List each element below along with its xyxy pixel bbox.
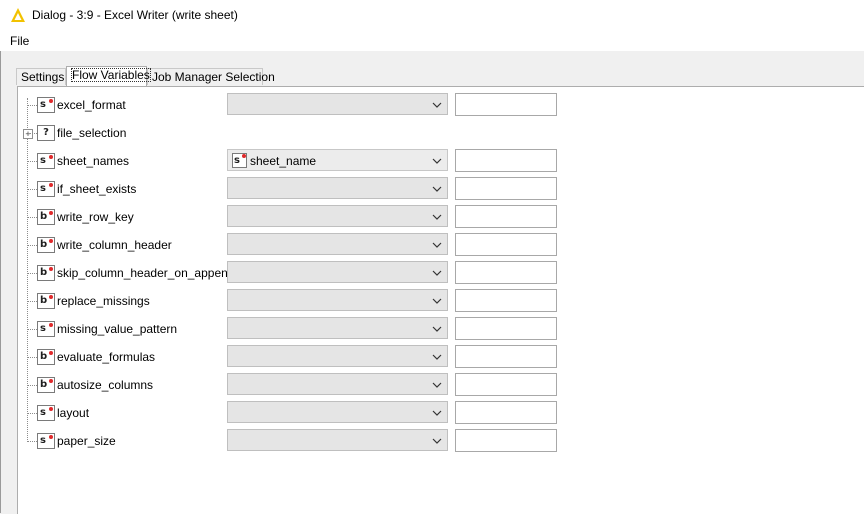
chevron-down-icon [432,382,442,388]
variable-select[interactable] [227,401,448,423]
menu-bar: File [0,31,864,51]
variable-select[interactable] [227,205,448,227]
flow-variable-row-replace-missings: b replace_missings [0,288,864,316]
variable-select[interactable] [227,289,448,311]
variable-select[interactable] [227,429,448,451]
new-variable-name-field[interactable] [455,93,557,116]
knime-triangle-icon [11,8,25,22]
flow-variable-label: write_column_header [57,238,172,252]
tree-branch [28,245,37,246]
variable-select[interactable] [227,93,448,115]
tab-flow-variables[interactable]: Flow Variables [66,66,151,86]
flow-variable-label: if_sheet_exists [57,182,137,196]
new-variable-name-field[interactable] [455,177,557,200]
boolean-variable-icon: b [37,237,55,253]
tree-branch [28,217,37,218]
tree-branch [28,189,37,190]
flow-variable-row-autosize-columns: b autosize_columns [0,372,864,400]
tree-branch [28,385,37,386]
tree-branch [28,161,37,162]
chevron-down-icon [432,354,442,360]
flow-variable-row-skip-column-header-on-append: b skip_column_header_on_append [0,260,864,288]
flow-variable-label: file_selection [57,126,127,140]
title-bar: Dialog - 3:9 - Excel Writer (write sheet… [0,0,864,31]
tab-settings[interactable]: Settings [16,68,66,85]
boolean-variable-icon: b [37,265,55,281]
chevron-down-icon [432,102,442,108]
new-variable-name-field[interactable] [455,317,557,340]
window-title: Dialog - 3:9 - Excel Writer (write sheet… [32,8,238,22]
chevron-down-icon [432,242,442,248]
string-variable-icon: s [37,97,55,113]
variable-select[interactable]: s sheet_name [227,149,448,171]
new-variable-name-field[interactable] [455,149,557,172]
new-variable-name-field[interactable] [455,429,557,452]
chevron-down-icon [432,438,442,444]
tree-branch [28,441,37,442]
flow-variable-label: evaluate_formulas [57,350,156,364]
string-variable-icon: s [37,405,55,421]
new-variable-name-field[interactable] [455,261,557,284]
variable-select[interactable] [227,345,448,367]
flow-variable-label: replace_missings [57,294,150,308]
chevron-down-icon [432,270,442,276]
new-variable-name-field[interactable] [455,233,557,256]
variable-select[interactable] [227,261,448,283]
new-variable-name-field[interactable] [455,401,557,424]
variable-select[interactable] [227,373,448,395]
string-array-variable-icon: s [37,153,55,169]
boolean-variable-icon: b [37,349,55,365]
tree-branch [28,273,37,274]
string-variable-icon: s [37,321,55,337]
flow-variable-row-paper-size: s paper_size [0,428,864,456]
flow-variable-row-if-sheet-exists: s if_sheet_exists [0,176,864,204]
variable-select[interactable] [227,233,448,255]
flow-variable-row-sheet-names: s sheet_names s sheet_name [0,148,864,176]
new-variable-name-field[interactable] [455,373,557,396]
variable-select[interactable] [227,317,448,339]
tree-branch [28,413,37,414]
flow-variable-row-layout: s layout [0,400,864,428]
string-variable-icon: s [232,153,247,168]
boolean-variable-icon: b [37,377,55,393]
tree-branch [28,357,37,358]
flow-variable-row-missing-value-pattern: s missing_value_pattern [0,316,864,344]
tab-job-manager-selection[interactable]: Job Manager Selection [147,68,275,85]
flow-variable-label: paper_size [57,434,116,448]
chevron-down-icon [432,410,442,416]
boolean-variable-icon: b [37,293,55,309]
flow-variable-label: sheet_names [57,154,130,168]
string-variable-icon: s [37,181,55,197]
flow-variable-label: excel_format [57,98,126,112]
flow-variable-label: layout [57,406,90,420]
new-variable-name-field[interactable] [455,289,557,312]
flow-variable-row-evaluate-formulas: b evaluate_formulas [0,344,864,372]
new-variable-name-field[interactable] [455,205,557,228]
boolean-variable-icon: b [37,209,55,225]
new-variable-name-field[interactable] [455,345,557,368]
unknown-variable-icon: ? [37,125,55,141]
chevron-down-icon [432,186,442,192]
flow-variable-row-file-selection: +? file_selection [0,120,864,148]
selected-variable: sheet_name [250,154,317,168]
chevron-down-icon [432,214,442,220]
flow-variable-row-write-row-key: b write_row_key [0,204,864,232]
chevron-down-icon [432,298,442,304]
flow-variable-label: autosize_columns [57,378,154,392]
variable-select[interactable] [227,177,448,199]
flow-variable-label: missing_value_pattern [57,322,178,336]
expand-icon[interactable]: + [23,129,33,139]
file-menu[interactable]: File [10,34,29,48]
flow-variable-label: write_row_key [57,210,134,224]
tree-branch [28,133,37,134]
tree-branch [28,105,37,106]
chevron-down-icon [432,326,442,332]
tree-branch [28,301,37,302]
tree-branch [28,329,37,330]
string-variable-icon: s [37,433,55,449]
flow-variable-row-write-column-header: b write_column_header [0,232,864,260]
chevron-down-icon [432,158,442,164]
flow-variable-label: skip_column_header_on_append [57,266,235,280]
flow-variable-row-excel-format: s excel_format [0,92,864,120]
